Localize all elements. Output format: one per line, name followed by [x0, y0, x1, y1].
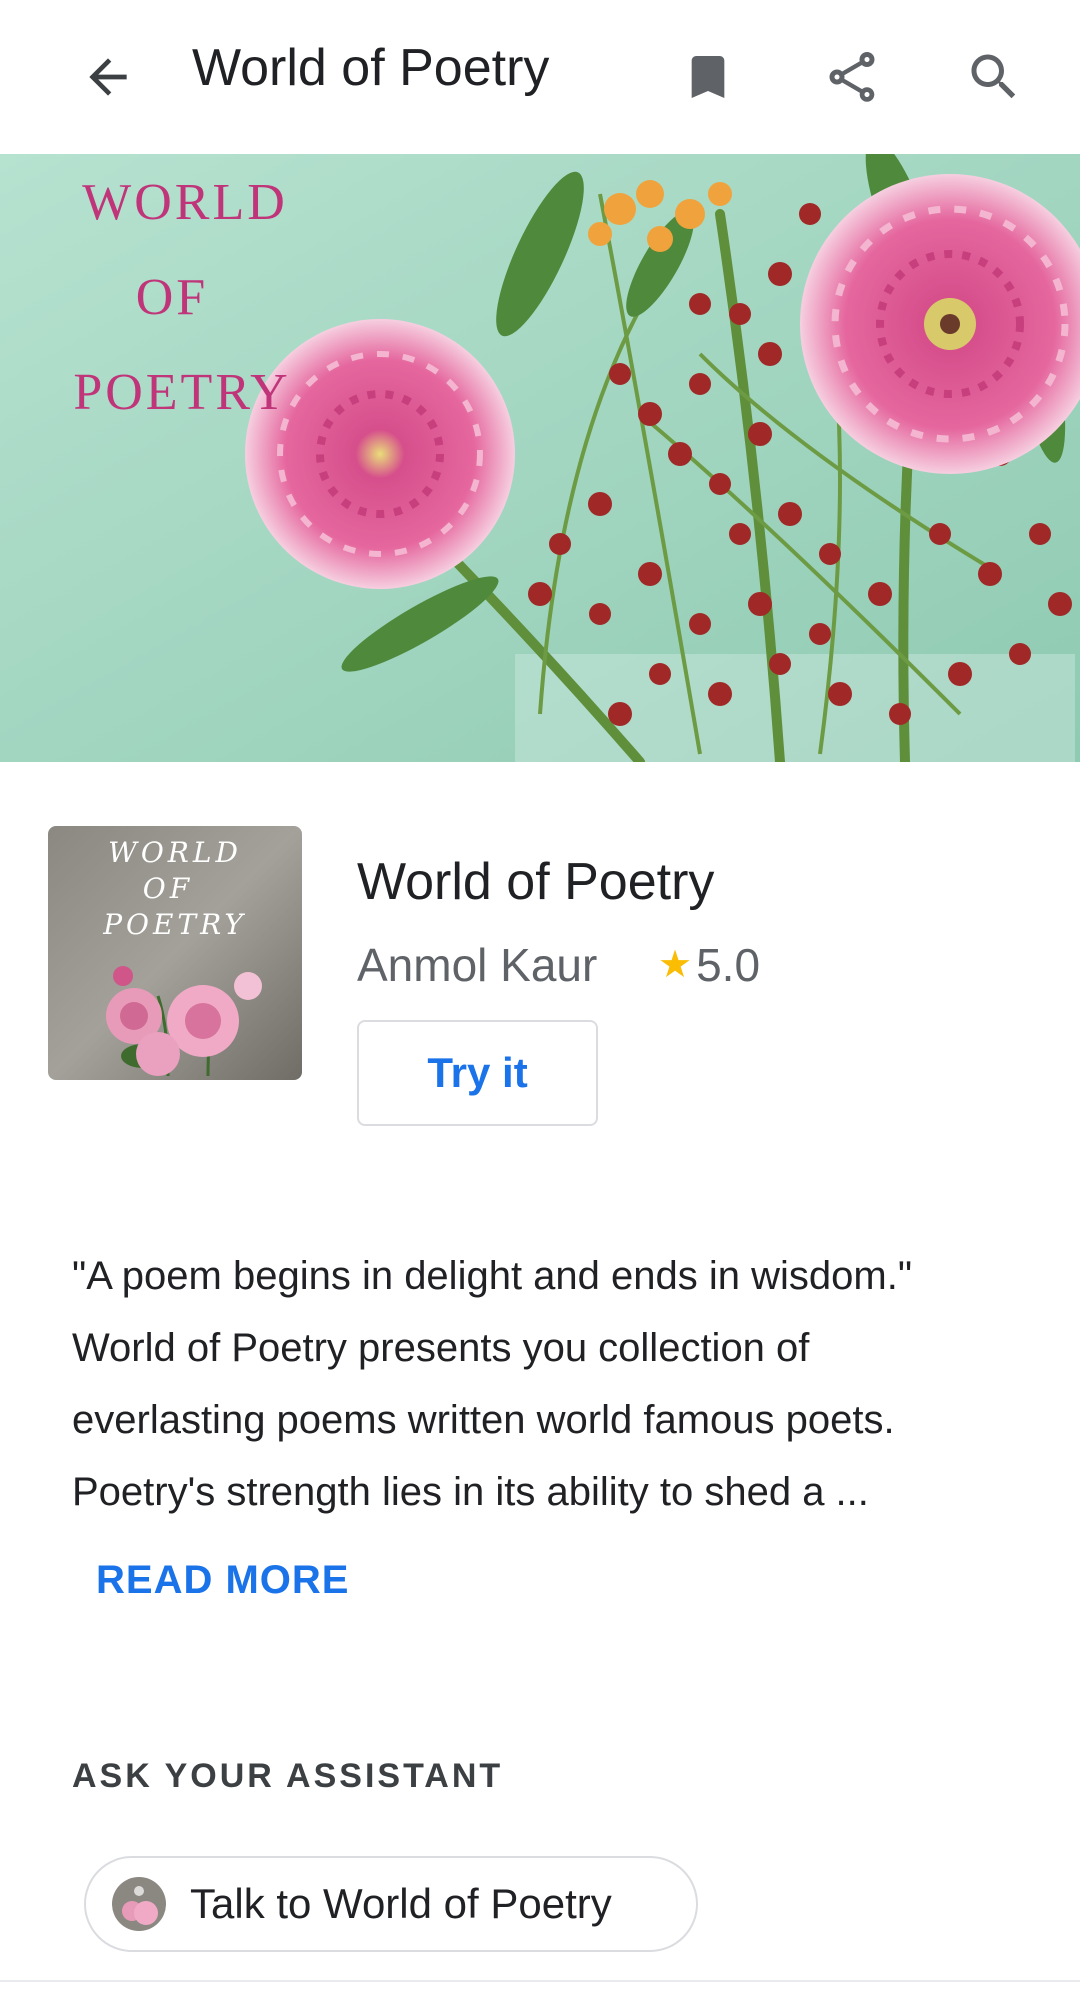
app-rating: ★ 5.0 [658, 938, 760, 992]
bookmark-icon [691, 56, 725, 98]
app-description: "A poem begins in delight and ends in wi… [72, 1240, 1012, 1528]
talk-to-chip[interactable]: Talk to World of Poetry [84, 1856, 698, 1952]
chip-label: Talk to World of Poetry [190, 1880, 612, 1927]
page-title: World of Poetry [192, 39, 550, 97]
description-line: "A poem begins in delight and ends in wi… [72, 1254, 913, 1298]
description-line: World of Poetry presents you collection … [72, 1326, 810, 1370]
try-it-button[interactable]: Try it [357, 1020, 598, 1126]
rating-value: 5.0 [696, 939, 761, 991]
share-button[interactable] [802, 27, 902, 127]
app-thumbnail: WORLD OF POETRY [48, 826, 302, 1080]
back-button[interactable] [58, 27, 158, 127]
arrow-back-icon [89, 58, 127, 96]
thumbnail-text-line: POETRY [102, 908, 247, 941]
search-icon [971, 54, 1016, 99]
description-line: Poetry's strength lies in its ability to… [72, 1470, 869, 1514]
app-title: World of Poetry [357, 853, 715, 911]
avatar [112, 1877, 166, 1931]
share-icon [829, 52, 875, 102]
banner-text-line: WORLD [82, 174, 288, 231]
description-line: everlasting poems written world famous p… [72, 1398, 895, 1442]
app-author: Anmol Kaur [357, 939, 598, 991]
bookmark-button[interactable] [658, 27, 758, 127]
ask-assistant-heading: ASK YOUR ASSISTANT [72, 1757, 504, 1795]
thumbnail-text-line: OF [143, 872, 193, 905]
banner-image: WORLD OF POETRY [0, 154, 1080, 762]
search-button[interactable] [944, 27, 1044, 127]
top-app-bar: World of Poetry [0, 0, 1080, 154]
read-more-button[interactable]: READ MORE [96, 1555, 349, 1605]
star-icon: ★ [658, 944, 693, 986]
thumbnail-text-line: WORLD [108, 836, 242, 869]
banner-text-line: OF [136, 269, 208, 326]
divider [0, 1980, 1080, 1982]
banner-text-line: POETRY [73, 364, 290, 421]
